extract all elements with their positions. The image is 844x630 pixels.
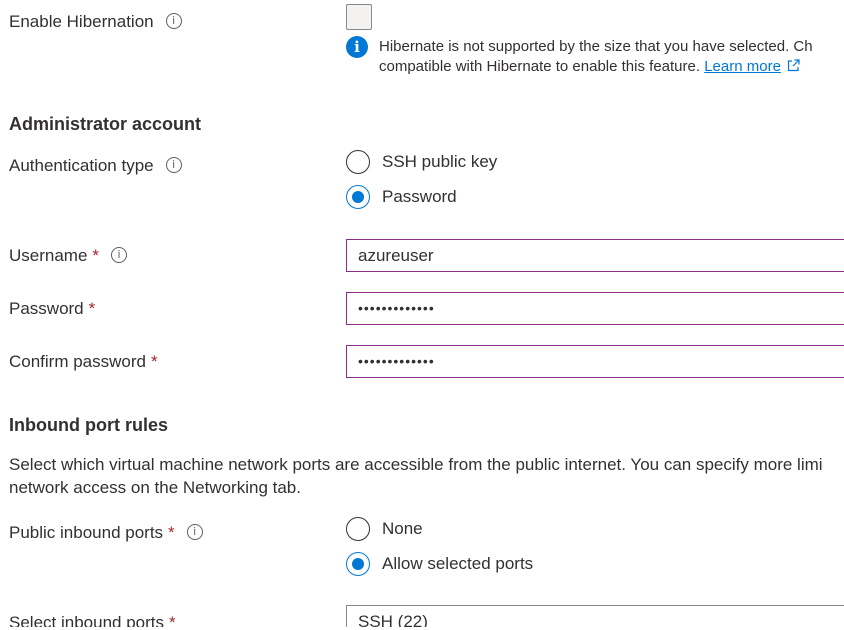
username-row-label: Username * i — [9, 246, 128, 266]
required-asterisk: * — [168, 523, 175, 542]
learn-more-link[interactable]: Learn more — [704, 58, 781, 75]
password-row-label: Password * — [9, 299, 95, 319]
authentication-type-row-label: Authentication type i — [9, 156, 182, 176]
inbound-description-line1: Select which virtual machine network por… — [9, 455, 823, 474]
username-input[interactable]: azureuser — [346, 239, 844, 272]
hibernation-row-label: Enable Hibernation i — [9, 12, 182, 32]
ssh-public-key-label: SSH public key — [382, 152, 498, 171]
none-radio[interactable] — [346, 517, 370, 541]
hibernation-notice-line2: compatible with Hibernate to enable this… — [379, 56, 800, 78]
info-icon[interactable]: i — [165, 12, 182, 29]
password-label: Password — [9, 299, 84, 318]
required-asterisk: * — [92, 246, 100, 265]
hibernation-notice-line1: Hibernate is not supported by the size t… — [379, 38, 813, 55]
password-option-label: Password — [382, 187, 457, 206]
info-icon[interactable]: i — [165, 156, 182, 173]
inbound-description-line2: network access on the Networking tab. — [9, 478, 301, 497]
required-asterisk: * — [88, 299, 96, 318]
ssh-public-key-radio[interactable] — [346, 150, 370, 174]
vm-create-basics-form: Enable Hibernation i i Hibernate is not s… — [0, 0, 844, 630]
allow-selected-ports-radio[interactable] — [346, 552, 370, 576]
public-option-allow[interactable]: Allow selected ports — [346, 551, 533, 577]
authentication-type-label: Authentication type — [9, 156, 154, 175]
required-asterisk: * — [151, 352, 158, 371]
none-option-label: None — [382, 519, 423, 538]
public-inbound-ports-label: Public inbound ports — [9, 523, 164, 542]
external-link-icon — [787, 59, 800, 72]
inbound-port-rules-heading: Inbound port rules — [9, 415, 168, 435]
auth-option-password[interactable]: Password — [346, 184, 457, 210]
password-radio[interactable] — [346, 185, 370, 209]
confirm-password-input[interactable]: ••••••••••••• — [346, 345, 844, 378]
info-badge-icon: i — [346, 36, 368, 58]
password-input[interactable]: ••••••••••••• — [346, 292, 844, 325]
hibernation-notice-text: compatible with Hibernate to enable this… — [379, 58, 701, 75]
confirm-password-row-label: Confirm password * — [9, 352, 158, 372]
confirm-password-label: Confirm password — [9, 352, 146, 371]
allow-selected-ports-label: Allow selected ports — [382, 554, 534, 573]
public-option-none[interactable]: None — [346, 516, 423, 542]
auth-option-ssh[interactable]: SSH public key — [346, 149, 497, 175]
hibernation-label: Enable Hibernation — [9, 12, 154, 31]
info-icon[interactable]: i — [186, 523, 203, 540]
username-label: Username — [9, 246, 88, 265]
administrator-account-heading: Administrator account — [9, 114, 202, 134]
enable-hibernation-checkbox[interactable] — [346, 4, 372, 30]
public-inbound-ports-row-label: Public inbound ports * i — [9, 523, 203, 543]
info-icon[interactable]: i — [111, 246, 128, 263]
